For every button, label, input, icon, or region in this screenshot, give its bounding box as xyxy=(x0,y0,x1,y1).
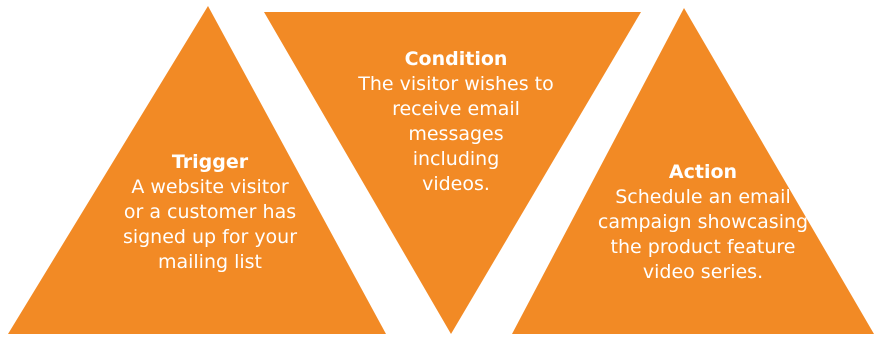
diagram-canvas: Trigger A website visitor or a customer … xyxy=(0,0,877,338)
trigger-description: A website visitor or a customer has sign… xyxy=(122,176,298,273)
action-label-group: Action Schedule an email campaign showca… xyxy=(578,160,828,285)
condition-label-group: Condition The visitor wishes to receive … xyxy=(326,47,586,197)
action-title: Action xyxy=(668,161,738,183)
condition-description: The visitor wishes to receive email mess… xyxy=(358,73,554,195)
condition-title: Condition xyxy=(404,48,508,70)
trigger-label-group: Trigger A website visitor or a customer … xyxy=(85,150,335,275)
trigger-title: Trigger xyxy=(171,151,249,173)
action-description: Schedule an email campaign showcasing th… xyxy=(597,186,809,283)
